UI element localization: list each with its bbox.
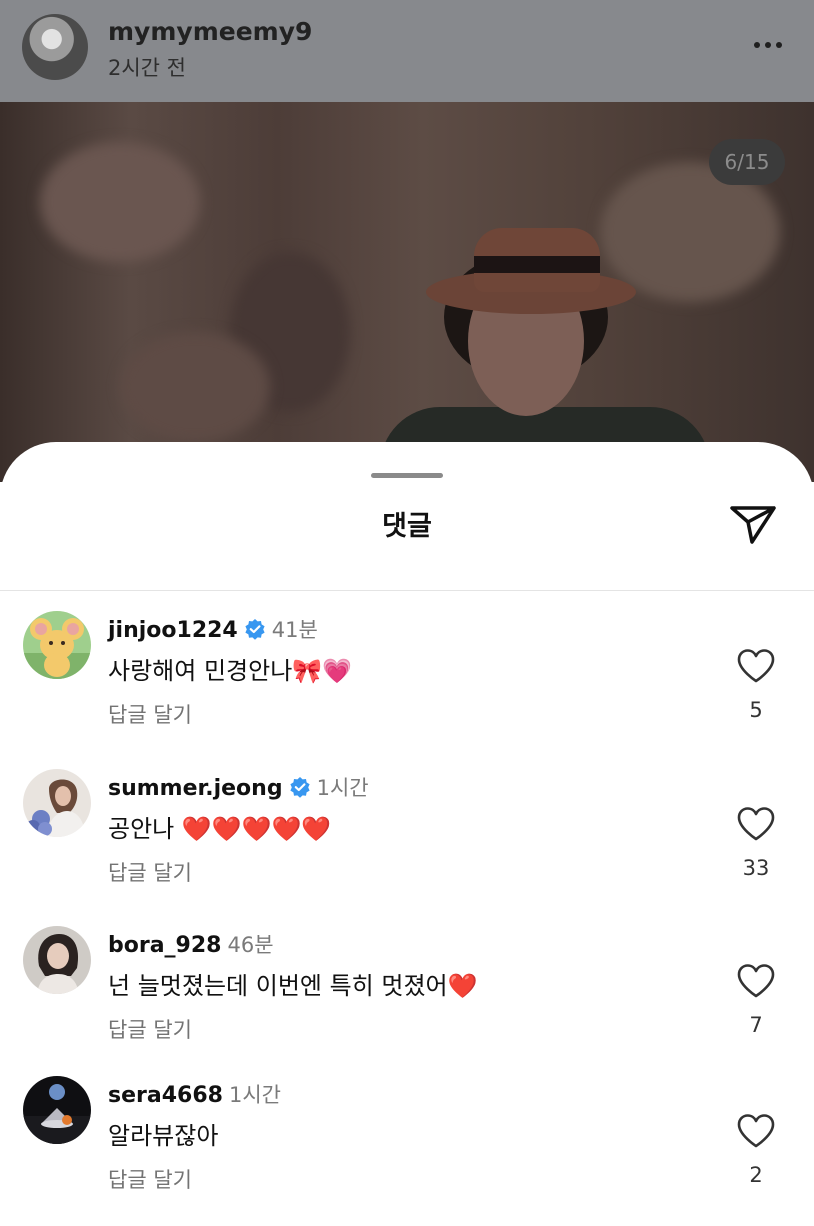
comment-text: 넌 늘멋졌는데 이번엔 특히 멋졌어❤️: [108, 972, 478, 1000]
teddy-mouse-avatar[interactable]: [23, 611, 91, 679]
comment-item: sera4668 1시간 알라뷰잖아 답글 달기 2: [0, 1076, 814, 1226]
post-timestamp: 2시간 전: [108, 56, 186, 80]
comment-username[interactable]: jinjoo1224: [108, 618, 238, 643]
comment-username[interactable]: bora_928: [108, 933, 221, 958]
photo-page-counter: 6/15: [709, 139, 785, 185]
comment-username[interactable]: summer.jeong: [108, 776, 283, 801]
comment-item: summer.jeong 1시간 공안나 ❤️❤️❤️❤️❤️ 답글 달기 33: [0, 769, 814, 919]
comment-text: 사랑해여 민경안나🎀💗: [108, 657, 353, 685]
like-count: 33: [742, 856, 770, 880]
more-options-icon[interactable]: [745, 30, 791, 60]
sheet-divider: [0, 590, 814, 591]
reply-button[interactable]: 답글 달기: [108, 1014, 192, 1044]
sheet-drag-handle[interactable]: [371, 473, 443, 478]
verified-badge-icon: [289, 777, 310, 798]
post-header: mymymeemy9 2시간 전: [0, 0, 814, 102]
profile-photo-avatar[interactable]: [23, 769, 91, 837]
comment-item: bora_928 46분 넌 늘멋졌는데 이번엔 특히 멋졌어❤️ 답글 달기 7: [0, 926, 814, 1076]
post-photo[interactable]: [0, 102, 814, 482]
comment-text: 공안나 ❤️❤️❤️❤️❤️: [108, 815, 332, 843]
comments-sheet: 댓글 jinjoo1224 41분 사랑해여 민경안나🎀💗 답글 달기 5 su…: [0, 442, 814, 1200]
heart-like-icon[interactable]: [736, 648, 776, 684]
comment-item: jinjoo1224 41분 사랑해여 민경안나🎀💗 답글 달기 5: [0, 611, 814, 761]
like-count: 2: [749, 1163, 763, 1187]
send-icon[interactable]: [728, 502, 778, 546]
photo-subject: [380, 192, 710, 482]
moon-scene-avatar[interactable]: [23, 1076, 91, 1144]
comment-time: 1시간: [228, 1083, 281, 1107]
comment-time: 41분: [271, 618, 318, 642]
reply-button[interactable]: 답글 달기: [108, 857, 192, 887]
comment-username[interactable]: sera4668: [108, 1083, 223, 1108]
like-count: 7: [749, 1013, 763, 1037]
sheet-title: 댓글: [382, 511, 432, 542]
comment-time: 46분: [227, 933, 274, 957]
like-count: 5: [749, 698, 763, 722]
reply-button[interactable]: 답글 달기: [108, 1164, 192, 1194]
heart-like-icon[interactable]: [736, 1113, 776, 1149]
profile-photo-avatar[interactable]: [23, 926, 91, 994]
post-username[interactable]: mymymeemy9: [108, 17, 312, 46]
post-author-avatar[interactable]: [22, 14, 88, 80]
heart-like-icon[interactable]: [736, 963, 776, 999]
heart-like-icon[interactable]: [736, 806, 776, 842]
reply-button[interactable]: 답글 달기: [108, 699, 192, 729]
verified-badge-icon: [245, 619, 265, 640]
comment-time: 1시간: [316, 776, 369, 800]
comment-text: 알라뷰잖아: [108, 1122, 219, 1150]
